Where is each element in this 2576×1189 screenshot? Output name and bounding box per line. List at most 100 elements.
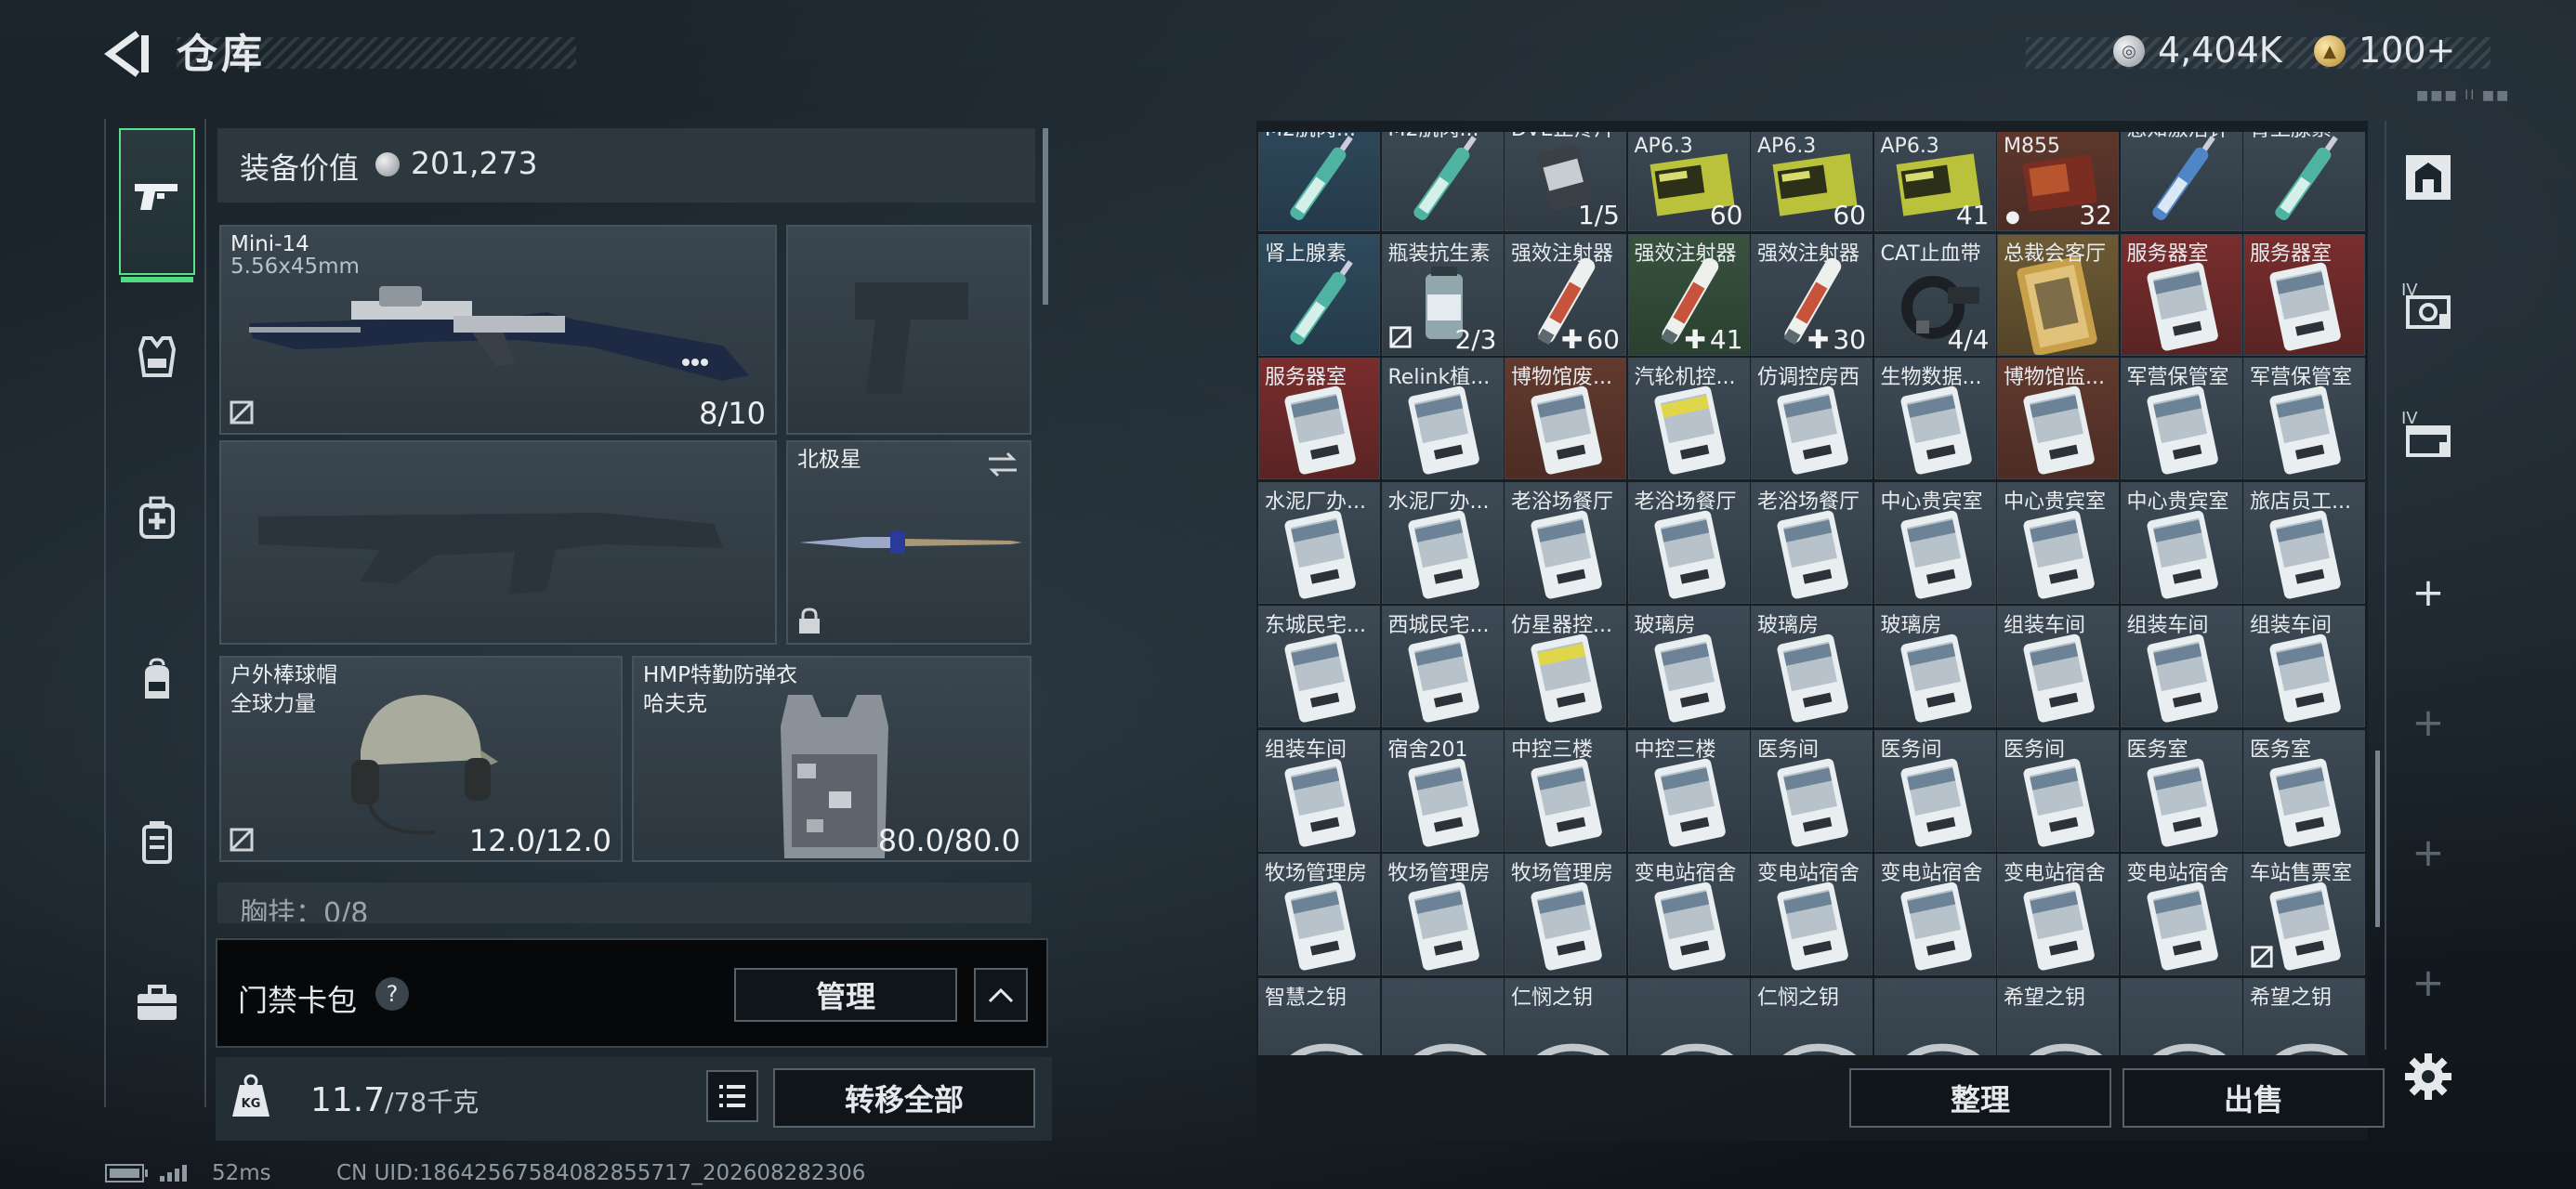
plus-icon[interactable]: +: [2398, 561, 2459, 622]
inventory-item[interactable]: 强效注射器 ✚ 60: [1505, 233, 1626, 356]
inventory-item[interactable]: 希望之钥: [1997, 977, 2119, 1055]
sell-button[interactable]: 出售: [2123, 1068, 2385, 1128]
inventory-item[interactable]: CAT止血带 4/4: [1873, 233, 1996, 356]
nav-weapons-tab[interactable]: [119, 128, 195, 282]
melee-slot[interactable]: 北极星: [786, 440, 1032, 645]
inventory-item[interactable]: 博物馆监...: [1997, 358, 2119, 479]
gold-amount[interactable]: 100+: [2359, 30, 2455, 71]
help-icon[interactable]: ?: [375, 977, 409, 1011]
chevron-up-icon[interactable]: [974, 968, 1028, 1022]
inventory-item[interactable]: 西城民宅...: [1381, 606, 1504, 727]
inventory-item[interactable]: 牧场管理房: [1381, 854, 1504, 975]
inventory-item[interactable]: 东城民宅...: [1258, 606, 1380, 727]
inventory-item[interactable]: 5.56x45M85532●: [1997, 132, 2119, 231]
home-icon[interactable]: [2398, 147, 2459, 208]
inventory-item[interactable]: 老浴场餐厅: [1751, 481, 1873, 604]
inventory-item[interactable]: 汽轮机控...: [1627, 358, 1750, 479]
inventory-item[interactable]: 变电站宿舍: [1627, 854, 1750, 975]
inventory-item[interactable]: 希望之钥: [2243, 977, 2365, 1055]
inventory-item[interactable]: 中控三楼: [1505, 729, 1626, 852]
nav-container-tab[interactable]: [119, 808, 195, 884]
inventory-item[interactable]: 老浴场餐厅: [1627, 481, 1750, 604]
inventory-item[interactable]: 9x19AP6.341: [1873, 132, 1996, 231]
inventory-item[interactable]: Relink植...: [1381, 358, 1504, 479]
inventory-item[interactable]: 仁悯之钥: [1505, 977, 1626, 1055]
inventory-item[interactable]: 智慧之钥: [1258, 977, 1380, 1055]
inventory-item[interactable]: 旅店员工...: [2243, 481, 2365, 604]
inventory-item[interactable]: 瓶装抗生素 2/3: [1381, 233, 1504, 356]
inventory-item[interactable]: M2肌肉...: [1258, 132, 1380, 231]
inventory-item[interactable]: 医务室: [2243, 729, 2365, 852]
inventory-item[interactable]: DVE止疼片 1/5: [1505, 132, 1626, 231]
plus-icon[interactable]: +: [2398, 951, 2459, 1013]
inventory-item[interactable]: 水泥厂办...: [1258, 481, 1380, 604]
list-icon[interactable]: [706, 1070, 758, 1122]
inventory-item[interactable]: 变电站宿舍: [1873, 854, 1996, 975]
inventory-item[interactable]: 仿星器控...: [1505, 606, 1626, 727]
inventory-item[interactable]: 博物馆废...: [1505, 358, 1626, 479]
inventory-item[interactable]: 感知激活针: [2120, 132, 2242, 231]
inventory-item[interactable]: 中心贵宾室: [1997, 481, 2119, 604]
nav-armor-tab[interactable]: [119, 323, 195, 399]
inventory-item[interactable]: [1627, 977, 1750, 1055]
inventory-item[interactable]: 玻璃房: [1627, 606, 1750, 727]
inventory-item[interactable]: 服务器室: [2120, 233, 2242, 356]
armor-slot[interactable]: HMP特勤防弹衣 哈夫克 80.0/80.0: [632, 656, 1032, 862]
inventory-item[interactable]: 医务间: [1873, 729, 1996, 852]
plus-icon[interactable]: +: [2398, 691, 2459, 752]
inventory-item[interactable]: 变电站宿舍: [2120, 854, 2242, 975]
inventory-item[interactable]: 军营保管室: [2120, 358, 2242, 479]
inventory-item[interactable]: [1381, 977, 1504, 1055]
inventory-item[interactable]: 总裁会客厅: [1997, 233, 2119, 356]
back-arrow-icon[interactable]: [100, 28, 156, 80]
inventory-item[interactable]: [2120, 977, 2242, 1055]
inventory-item[interactable]: 组装车间: [2243, 606, 2365, 727]
inventory-item[interactable]: 强效注射器 ✚ 41: [1627, 233, 1750, 356]
nav-medical-tab[interactable]: [119, 485, 195, 561]
inventory-item[interactable]: 组装车间: [2120, 606, 2242, 727]
swap-icon[interactable]: [987, 451, 1019, 477]
inventory-item[interactable]: 强效注射器 ✚ 30: [1751, 233, 1873, 356]
inventory-item[interactable]: 牧场管理房: [1258, 854, 1380, 975]
primary-weapon-slot[interactable]: Mini-14 5.56x45mm 8/10: [219, 225, 777, 435]
secondary-primary-slot[interactable]: [219, 440, 777, 645]
inventory-item[interactable]: 玻璃房: [1873, 606, 1996, 727]
inventory-item[interactable]: 服务器室: [1258, 358, 1380, 479]
gear-icon[interactable]: [2403, 1052, 2453, 1102]
safe-box-icon[interactable]: IV: [2398, 279, 2459, 340]
storage-box-icon[interactable]: IV: [2398, 407, 2459, 468]
inventory-item[interactable]: 9x19AP6.360: [1751, 132, 1873, 231]
inventory-item[interactable]: 军营保管室: [2243, 358, 2365, 479]
transfer-all-button[interactable]: 转移全部: [773, 1068, 1035, 1128]
inventory-item[interactable]: 肾上腺素: [2243, 132, 2365, 231]
inventory-item[interactable]: 仿调控房西: [1751, 358, 1873, 479]
inventory-item[interactable]: M2肌肉...: [1381, 132, 1504, 231]
inventory-item[interactable]: 变电站宿舍: [1751, 854, 1873, 975]
inventory-item[interactable]: 玻璃房: [1751, 606, 1873, 727]
inventory-item[interactable]: 医务间: [1997, 729, 2119, 852]
inventory-item[interactable]: 生物数据...: [1873, 358, 1996, 479]
inventory-item[interactable]: 服务器室: [2243, 233, 2365, 356]
inventory-item[interactable]: 车站售票室: [2243, 854, 2365, 975]
inventory-item[interactable]: 变电站宿舍: [1997, 854, 2119, 975]
helmet-slot[interactable]: 户外棒球帽 全球力量 12.0/12.0: [219, 656, 623, 862]
inventory-item[interactable]: 水泥厂办...: [1381, 481, 1504, 604]
inventory-item[interactable]: 组装车间: [1258, 729, 1380, 852]
inventory-item[interactable]: 医务间: [1751, 729, 1873, 852]
inventory-item[interactable]: 医务室: [2120, 729, 2242, 852]
inventory-item[interactable]: 中心贵宾室: [1873, 481, 1996, 604]
inventory-item[interactable]: [1873, 977, 1996, 1055]
plus-icon[interactable]: +: [2398, 821, 2459, 882]
inventory-item[interactable]: 9x19AP6.360: [1627, 132, 1750, 231]
loadout-scrollbar[interactable]: [1043, 128, 1048, 305]
inventory-item[interactable]: 牧场管理房: [1505, 854, 1626, 975]
inventory-item[interactable]: 中心贵宾室: [2120, 481, 2242, 604]
inventory-item[interactable]: 肾上腺素: [1258, 233, 1380, 356]
nav-case-tab[interactable]: [119, 970, 195, 1046]
secondary-weapon-slot[interactable]: [786, 225, 1032, 435]
inventory-item[interactable]: 中控三楼: [1627, 729, 1750, 852]
inventory-scrollbar[interactable]: [2375, 751, 2380, 927]
sort-button[interactable]: 整理: [1849, 1068, 2111, 1128]
inventory-item[interactable]: 宿舍201: [1381, 729, 1504, 852]
inventory-item[interactable]: 老浴场餐厅: [1505, 481, 1626, 604]
